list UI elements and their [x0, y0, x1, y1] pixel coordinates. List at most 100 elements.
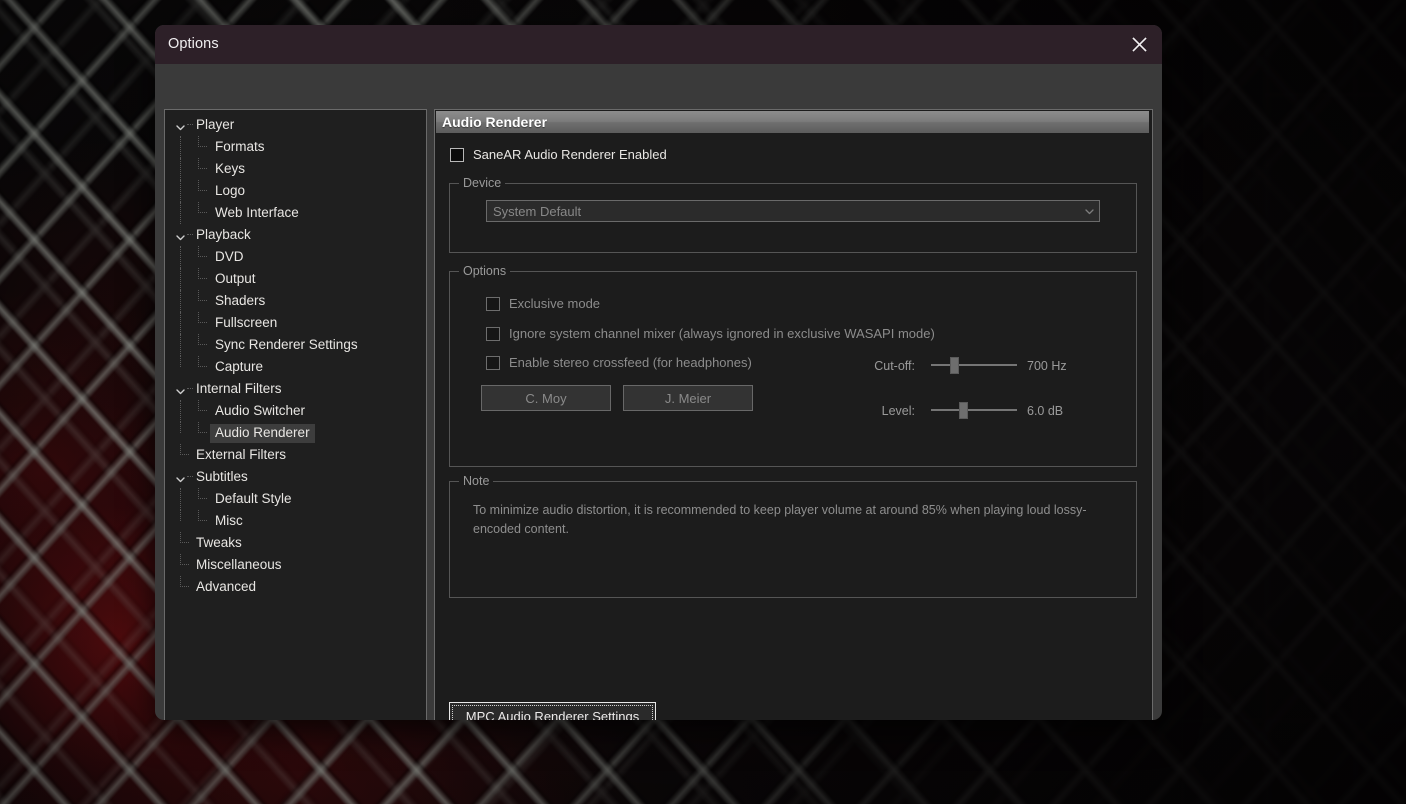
checkbox-label: Ignore system channel mixer (always igno… [509, 326, 935, 341]
tree-connector [198, 432, 207, 433]
slider-thumb[interactable] [950, 357, 959, 374]
tree-connector [180, 586, 189, 587]
sidebar-item-label: Capture [215, 358, 264, 374]
sidebar-item-label: Formats [215, 138, 265, 154]
dialog-body: Player Formats Keys Logo Web Interface P… [155, 64, 1162, 720]
tree-connector [180, 564, 189, 565]
settings-tree-list: Player Formats Keys Logo Web Interface P… [165, 110, 426, 598]
sidebar-item-label: Tweaks [196, 534, 242, 550]
exclusive-mode-checkbox[interactable]: Exclusive mode [486, 296, 600, 311]
sidebar-item-logo[interactable]: Logo [165, 180, 426, 202]
sidebar-item-playback[interactable]: Playback [165, 224, 426, 246]
mpc-audio-renderer-settings-label: MPC Audio Renderer Settings [465, 709, 640, 720]
tree-connector [180, 400, 181, 422]
sidebar-item-audio-switcher[interactable]: Audio Switcher [165, 400, 426, 422]
sidebar-item-label: Audio Renderer [210, 423, 315, 443]
sidebar-item-label: Player [196, 116, 235, 132]
cutoff-slider-label: Cut-off: [874, 359, 915, 373]
device-group-title: Device [459, 176, 506, 190]
sidebar-item-label: External Filters [196, 446, 287, 462]
background-structure-line [1265, 92, 1406, 98]
chevron-down-icon[interactable] [175, 472, 186, 483]
checkbox-box[interactable] [486, 326, 500, 341]
tree-connector [180, 312, 181, 334]
sidebar-item-label: Subtitles [196, 468, 248, 484]
sidebar-item-internal-filters[interactable]: Internal Filters [165, 378, 426, 400]
audio-device-combobox[interactable]: System Default [486, 200, 1100, 222]
tree-connector [198, 278, 207, 279]
dialog-title: Options [168, 36, 219, 52]
tree-connector [198, 168, 207, 169]
sidebar-item-label: Miscellaneous [196, 556, 282, 572]
tree-connector [180, 268, 181, 290]
level-slider-label: Level: [881, 404, 915, 418]
sidebar-item-keys[interactable]: Keys [165, 158, 426, 180]
cutoff-slider[interactable] [931, 355, 1017, 375]
sidebar-item-label: Default Style [215, 490, 292, 506]
sidebar-item-shaders[interactable]: Shaders [165, 290, 426, 312]
sidebar-item-label: Misc [215, 512, 243, 528]
note-groupbox: Note [449, 474, 1137, 598]
tree-connector [180, 202, 181, 224]
cmoy-preset-button[interactable]: C. Moy [481, 385, 611, 411]
checkbox-box[interactable] [486, 355, 500, 370]
sidebar-item-label: Web Interface [215, 204, 299, 220]
sidebar-item-subtitles[interactable]: Subtitles [165, 466, 426, 488]
close-icon[interactable] [1116, 25, 1162, 64]
tree-connector [180, 542, 189, 543]
sidebar-item-default-style[interactable]: Default Style [165, 488, 426, 510]
tree-connector [198, 520, 207, 521]
background-structure-edge [1262, 0, 1272, 804]
slider-track [931, 364, 1017, 366]
sidebar-item-label: Keys [215, 160, 246, 176]
level-slider-value: 6.0 dB [1027, 404, 1064, 418]
settings-tree-panel[interactable]: Player Formats Keys Logo Web Interface P… [164, 109, 427, 720]
sidebar-item-output[interactable]: Output [165, 268, 426, 290]
tree-connector [198, 190, 207, 191]
chevron-down-icon[interactable] [175, 230, 186, 241]
sidebar-item-misc[interactable]: Misc [165, 510, 426, 532]
ignore-system-channel-mixer-checkbox[interactable]: Ignore system channel mixer (always igno… [486, 326, 935, 341]
jmeier-preset-button[interactable]: J. Meier [623, 385, 753, 411]
chevron-down-icon[interactable] [175, 384, 186, 395]
sidebar-item-tweaks[interactable]: Tweaks [165, 532, 426, 554]
sanear-enabled-checkbox[interactable]: SaneAR Audio Renderer Enabled [450, 147, 667, 162]
sidebar-item-audio-renderer[interactable]: Audio Renderer [165, 422, 426, 444]
sidebar-item-formats[interactable]: Formats [165, 136, 426, 158]
sidebar-item-external-filters[interactable]: External Filters [165, 444, 426, 466]
mpc-audio-renderer-settings-button[interactable]: MPC Audio Renderer Settings [449, 702, 656, 720]
sidebar-item-label: Internal Filters [196, 380, 282, 396]
tree-connector [180, 290, 181, 312]
note-text: To minimize audio distortion, it is reco… [473, 503, 1087, 536]
note-group-title: Note [459, 474, 494, 488]
chevron-down-icon[interactable] [1079, 206, 1099, 217]
checkbox-box[interactable] [486, 296, 500, 311]
tree-connector [198, 344, 207, 345]
tree-connector [187, 234, 193, 235]
sidebar-item-fullscreen[interactable]: Fullscreen [165, 312, 426, 334]
tree-connector [180, 246, 181, 268]
sidebar-item-label: Logo [215, 182, 246, 198]
background-structure-line [1180, 718, 1406, 724]
sidebar-item-web-interface[interactable]: Web Interface [165, 202, 426, 224]
cmoy-preset-label: C. Moy [525, 390, 567, 406]
sidebar-item-capture[interactable]: Capture [165, 356, 426, 378]
sidebar-item-miscellaneous[interactable]: Miscellaneous [165, 554, 426, 576]
sidebar-item-sync-renderer-settings[interactable]: Sync Renderer Settings [165, 334, 426, 356]
sidebar-item-advanced[interactable]: Advanced [165, 576, 426, 598]
tree-connector [198, 256, 207, 257]
enable-stereo-crossfeed-checkbox[interactable]: Enable stereo crossfeed (for headphones) [486, 355, 752, 370]
tree-connector [180, 136, 181, 158]
sidebar-item-label: Sync Renderer Settings [215, 336, 358, 352]
sidebar-item-label: Fullscreen [215, 314, 278, 330]
slider-thumb[interactable] [959, 402, 968, 419]
checkbox-box[interactable] [450, 147, 464, 162]
sidebar-item-dvd[interactable]: DVD [165, 246, 426, 268]
sidebar-item-player[interactable]: Player [165, 114, 426, 136]
tree-connector [180, 510, 181, 521]
checkbox-label: SaneAR Audio Renderer Enabled [473, 147, 667, 162]
chevron-down-icon[interactable] [175, 120, 186, 131]
tree-connector [180, 454, 189, 455]
page-title: Audio Renderer [442, 114, 548, 130]
level-slider[interactable] [931, 400, 1017, 420]
